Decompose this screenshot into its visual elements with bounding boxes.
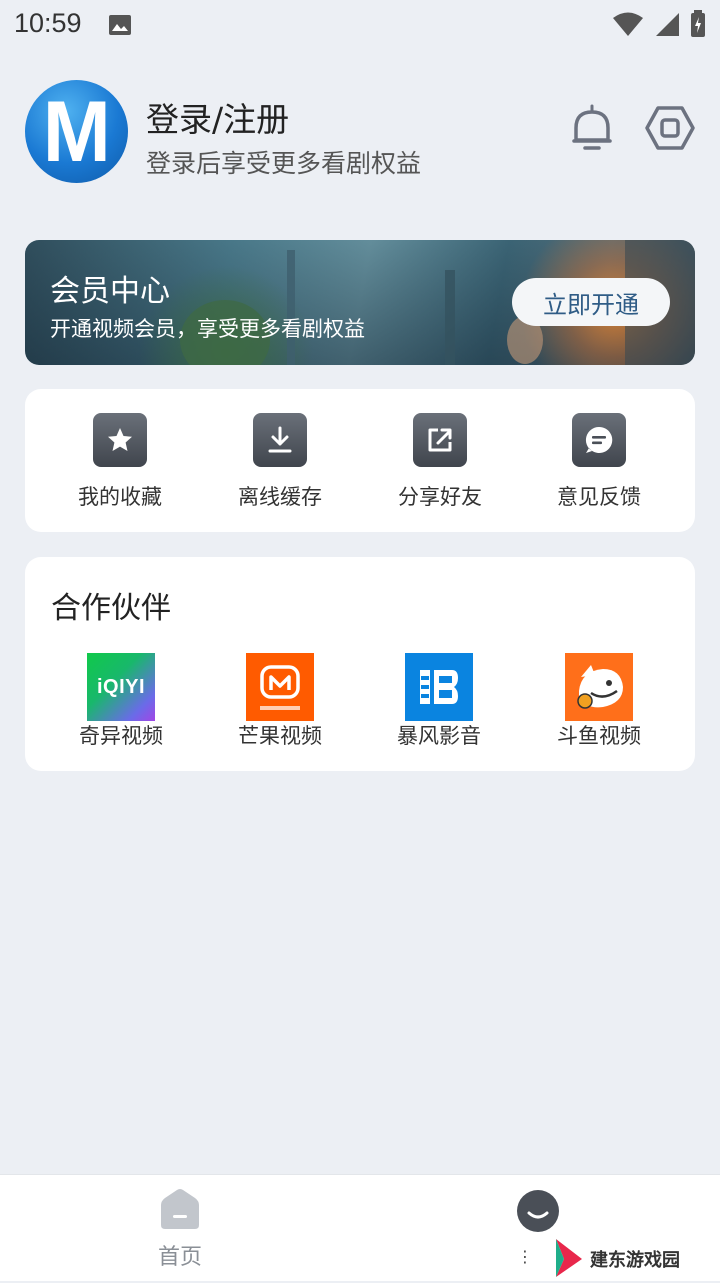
partner-label-douyu: 斗鱼视频 <box>557 724 641 748</box>
status-time: 10:59 <box>14 8 82 38</box>
tab-home-label: 首页 <box>157 1245 202 1270</box>
feedback-icon <box>572 413 626 467</box>
vip-subtitle: 开通视频会员，享受更多看剧权益 <box>50 317 365 341</box>
baofeng-logo <box>405 653 473 721</box>
bell-icon[interactable] <box>566 102 618 154</box>
wifi-icon <box>612 11 644 44</box>
iqiyi-logo-text: iQIYI <box>96 675 146 698</box>
function-menu: 我的收藏 离线缓存 分享好友 意见反馈 <box>25 389 695 532</box>
douyu-logo <box>565 653 633 721</box>
menu-label-favorites: 我的收藏 <box>78 485 162 509</box>
partner-douyu[interactable]: 斗鱼视频 <box>539 653 659 751</box>
vip-title: 会员中心 <box>50 274 170 309</box>
mango-logo <box>246 653 314 721</box>
tab-home[interactable]: 首页 <box>140 1187 220 1271</box>
menu-item-share[interactable]: 分享好友 <box>380 413 500 511</box>
login-title[interactable]: 登录/注册 <box>146 93 289 141</box>
menu-label-feedback: 意见反馈 <box>557 485 641 509</box>
tab-mine[interactable] <box>515 1189 565 1235</box>
image-notification-icon <box>108 13 132 43</box>
iqiyi-logo: iQIYI <box>87 653 155 721</box>
menu-label-offline-cache: 离线缓存 <box>238 485 322 509</box>
settings-icon[interactable] <box>644 102 696 154</box>
more-dots-icon: ⋮ <box>517 1247 533 1266</box>
vip-banner[interactable]: 会员中心 开通视频会员，享受更多看剧权益 立即开通 <box>25 240 695 365</box>
download-icon <box>253 413 307 467</box>
profile-header: M 登录/注册 登录后享受更多看剧权益 <box>0 60 720 210</box>
menu-label-share: 分享好友 <box>398 485 482 509</box>
partner-label-mango: 芒果视频 <box>238 724 322 748</box>
partners-section: 合作伙伴 iQIYI 奇异视频 芒果视频 暴风影音 斗鱼视频 <box>25 557 695 771</box>
partner-label-iqiyi: 奇异视频 <box>79 724 163 748</box>
partners-title: 合作伙伴 <box>51 591 171 626</box>
avatar[interactable]: M <box>25 80 128 183</box>
open-vip-button[interactable]: 立即开通 <box>512 278 670 326</box>
partner-label-baofeng: 暴风影音 <box>397 724 481 748</box>
signal-icon <box>654 11 680 44</box>
star-icon <box>93 413 147 467</box>
bottom-tab-bar: 首页 ⋮ 建东游戏园 <box>0 1174 720 1281</box>
partner-baofeng[interactable]: 暴风影音 <box>379 653 499 751</box>
battery-icon <box>690 10 706 45</box>
login-subtitle: 登录后享受更多看剧权益 <box>146 149 422 178</box>
menu-item-offline-cache[interactable]: 离线缓存 <box>220 413 340 511</box>
status-icons <box>612 10 706 45</box>
watermark: 建东游戏园 <box>552 1235 680 1283</box>
watermark-logo-icon <box>552 1235 586 1283</box>
share-icon <box>413 413 467 467</box>
home-icon <box>140 1187 220 1235</box>
menu-item-favorites[interactable]: 我的收藏 <box>60 413 180 511</box>
avatar-letter: M <box>42 83 111 180</box>
status-bar: 10:59 <box>0 0 720 48</box>
partner-mango[interactable]: 芒果视频 <box>220 653 340 751</box>
partner-iqiyi[interactable]: iQIYI 奇异视频 <box>61 653 181 751</box>
menu-item-feedback[interactable]: 意见反馈 <box>539 413 659 511</box>
watermark-text: 建东游戏园 <box>590 1250 680 1271</box>
